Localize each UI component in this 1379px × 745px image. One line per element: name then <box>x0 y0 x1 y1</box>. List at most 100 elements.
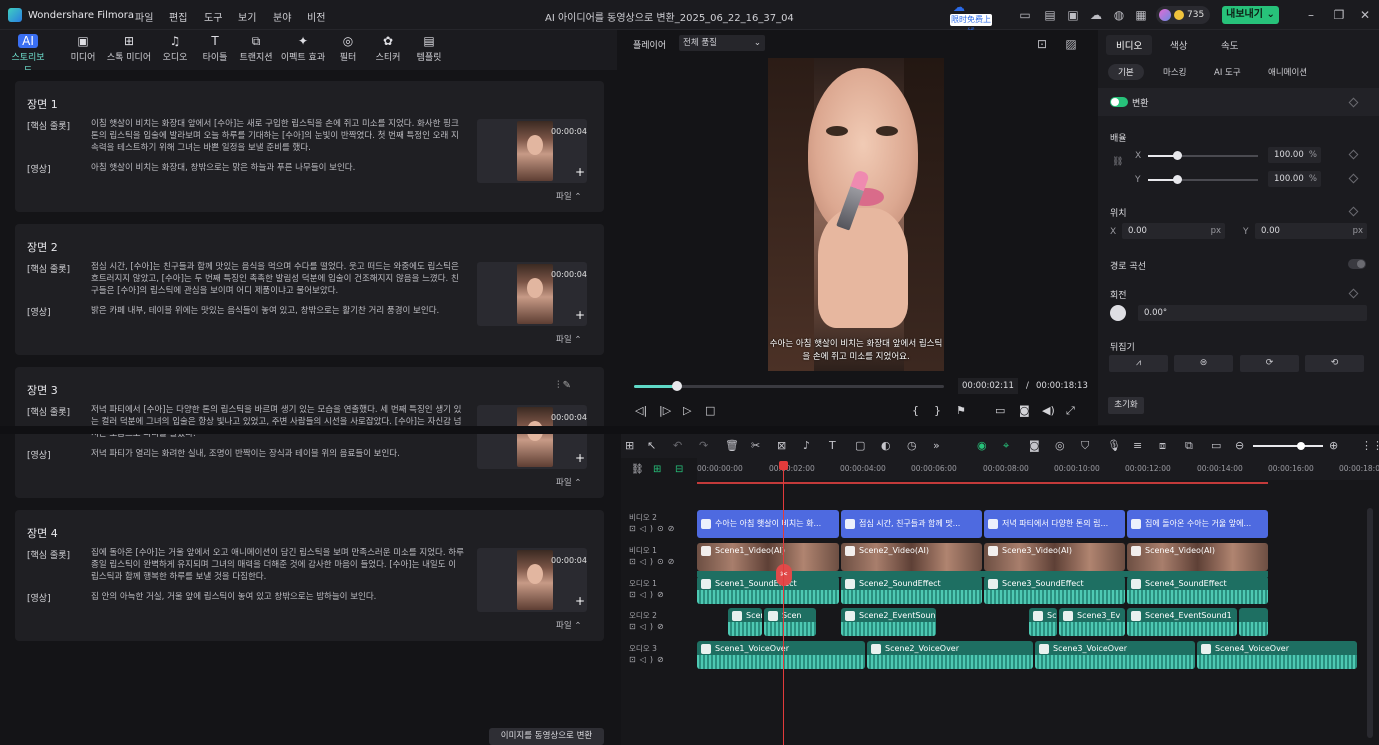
track-controls-icon[interactable]: ⊡◁)⊙⊘ <box>629 557 678 566</box>
keyframe-icon[interactable] <box>1348 149 1359 160</box>
video-text[interactable]: 저녁 파티가 열리는 화려한 실내, 조명이 반짝이는 장식과 테이블 위의 음… <box>91 448 465 460</box>
rotate-right-button[interactable]: ⟳ <box>1240 355 1299 372</box>
video-text[interactable]: 아침 햇살이 비치는 화장대, 창밖으로는 맑은 하늘과 푸른 나무들이 보인다… <box>91 162 465 174</box>
timeline-scrollbar[interactable] <box>1367 508 1373 738</box>
prev-frame-icon[interactable]: ◁| <box>635 404 647 417</box>
tab-media[interactable]: ▣ 미디어 <box>66 34 100 63</box>
add-icon[interactable]: + <box>575 594 585 608</box>
audio-clip[interactable]: Scene2_VoiceOver <box>867 641 1033 669</box>
more-icon[interactable]: » <box>933 439 940 452</box>
image-to-video-button[interactable]: 이미지를 동영상으로 변환 <box>489 728 604 745</box>
scissors-icon[interactable]: ✂ <box>776 564 792 586</box>
scene-thumbnail[interactable]: 00:00:04 + <box>477 119 587 183</box>
scene-card[interactable]: 장면 2 [핵심 줄롯] 점심 시간, [수아]는 친구들과 함께 맛있는 음식… <box>15 224 604 355</box>
ai-audio-icon[interactable]: ⧈ <box>1159 439 1166 453</box>
audio-clip[interactable]: Scene1_SoundEffect <box>697 576 839 604</box>
tab-effects[interactable]: ✦ 이펙트 효과 <box>278 34 328 63</box>
monitor-icon[interactable]: ▭ <box>1018 8 1032 22</box>
maximize-icon[interactable]: ❐ <box>1332 8 1346 22</box>
audio-edit-icon[interactable]: ♪ <box>803 439 810 452</box>
scene-thumbnail[interactable]: 00:00:04 + <box>477 262 587 326</box>
track-controls-icon[interactable]: ⊡◁)⊘ <box>629 622 668 631</box>
crop-icon[interactable]: ⊠ <box>777 439 786 452</box>
tab-transitions[interactable]: ⧉ 트랜지션 <box>236 34 276 63</box>
key-plot-text[interactable]: 집에 돌아온 [수아]는 거울 앞에서 오고 애니메이션이 담긴 립스틱을 보며… <box>91 547 465 583</box>
export-button[interactable]: 내보내기 ⌄ <box>1222 6 1279 24</box>
keyframe-icon[interactable] <box>1348 173 1359 184</box>
transform-toggle[interactable] <box>1110 97 1128 107</box>
waveform-icon[interactable]: ⫶ ✎ <box>557 380 571 391</box>
audio-clip[interactable]: Scene4_SoundEffect <box>1127 576 1268 604</box>
zoom-out-icon[interactable]: ⊖ <box>1235 439 1244 452</box>
progress-knob[interactable] <box>672 381 683 391</box>
subtitle-icon[interactable]: ▭ <box>1211 439 1221 452</box>
subtab-masking[interactable]: 마스킹 <box>1163 66 1186 78</box>
video-preview[interactable]: 수아는 아침 햇살이 비치는 화장대 앞에서 립스틱을 손에 쥐고 미소를 지었… <box>768 58 944 371</box>
redo-icon[interactable]: ↷ <box>699 439 708 452</box>
audio-clip[interactable] <box>1239 608 1268 636</box>
track-controls-icon[interactable]: ⊡◁)⊙⊘ <box>629 524 678 533</box>
position-x-input[interactable]: 0.00 px <box>1122 223 1225 239</box>
tab-video[interactable]: 비디오 <box>1106 35 1153 55</box>
upgrade-badge[interactable]: 限时免费上线 <box>950 14 992 36</box>
scene-card[interactable]: 장면 4 [핵심 줄롯] 집에 돌아온 [수아]는 거울 앞에서 오고 애니메이… <box>15 510 604 641</box>
add-icon[interactable]: + <box>575 451 585 465</box>
marker-icon[interactable]: ⚑ <box>956 404 966 417</box>
audio-clip[interactable]: Scene2_EventSound2 <box>841 608 936 636</box>
key-plot-text[interactable]: 저녁 파티에서 [수아]는 다양한 톤의 립스틱을 바르며 생기 있는 모습을 … <box>91 404 465 440</box>
camera-icon[interactable]: ◙ <box>1029 439 1040 452</box>
select-icon[interactable]: ↖ <box>647 439 656 452</box>
tab-color[interactable]: 색상 <box>1170 38 1187 52</box>
avatar[interactable] <box>1159 9 1171 21</box>
next-frame-icon[interactable]: |▷ <box>659 404 671 417</box>
playhead[interactable] <box>783 462 784 745</box>
scale-x-slider[interactable] <box>1148 151 1258 160</box>
scene-card[interactable]: 장면 1 [핵심 줄롯] 이침 햇살이 비치는 화장대 앞에서 [수아]는 새로… <box>15 81 604 212</box>
keyframe-icon[interactable] <box>1348 206 1359 217</box>
scale-y-input[interactable]: 100.00% <box>1268 171 1321 187</box>
menu-view[interactable]: 보기 <box>238 9 256 24</box>
mark-in-icon[interactable]: { <box>912 404 919 417</box>
menu-vision[interactable]: 비전 <box>307 9 325 24</box>
delete-icon[interactable]: 🗑 <box>725 439 739 452</box>
link-tracks-icon[interactable]: ⛓ <box>631 464 644 475</box>
add-icon[interactable]: + <box>575 308 585 322</box>
audio-clip[interactable]: Scene2_SoundEffect <box>841 576 982 604</box>
video-clip[interactable]: Scene2_Video(AI) <box>841 543 982 571</box>
zoom-in-icon[interactable]: ⊕ <box>1329 439 1338 452</box>
key-plot-text[interactable]: 이침 햇살이 비치는 화장대 앞에서 [수아]는 새로 구입한 립스틱을 손에 … <box>91 118 465 154</box>
file-toggle[interactable]: 파일 ⌃ <box>556 476 581 488</box>
list-icon[interactable]: ≡ <box>1133 439 1142 452</box>
motion-icon[interactable]: ◎ <box>1055 439 1065 452</box>
close-icon[interactable]: ✕ <box>1358 8 1372 22</box>
headset-icon[interactable]: ◍ <box>1112 8 1126 22</box>
rotate-left-button[interactable]: ⟲ <box>1305 355 1364 372</box>
mic-icon[interactable]: 🎙 <box>1107 439 1121 452</box>
slider-knob[interactable] <box>1173 151 1182 160</box>
minimize-icon[interactable]: – <box>1304 8 1318 22</box>
snapshot-icon[interactable]: ◙ <box>1019 404 1030 417</box>
snap-icon[interactable]: ⌖ <box>1003 439 1009 453</box>
tab-audio[interactable]: ♫ 오디오 <box>160 34 190 63</box>
tab-speed[interactable]: 속도 <box>1221 38 1238 52</box>
frame-icon[interactable]: ▢ <box>855 439 865 452</box>
playhead-handle[interactable] <box>779 461 788 470</box>
subtab-basic[interactable]: 기본 <box>1108 64 1144 80</box>
save-icon[interactable]: ▣ <box>1066 8 1080 22</box>
audio-clip[interactable]: Scen <box>764 608 816 636</box>
scene-thumbnail[interactable]: 00:00:04 + <box>477 405 587 469</box>
audio-clip[interactable]: Scene3_SoundEffect <box>984 576 1125 604</box>
undo-icon[interactable]: ↶ <box>673 439 682 452</box>
track-controls-icon[interactable]: ⊡◁)⊘ <box>629 590 668 599</box>
tab-templates[interactable]: ▤ 템플릿 <box>414 34 444 63</box>
file-toggle[interactable]: 파일 ⌃ <box>556 333 581 345</box>
cut-icon[interactable]: ✂ <box>751 439 760 452</box>
file-toggle[interactable]: 파일 ⌃ <box>556 619 581 631</box>
audio-clip[interactable]: Scen <box>728 608 762 636</box>
fullscreen-icon[interactable]: ⤢ <box>1066 404 1075 418</box>
reset-button[interactable]: 초기화 <box>1108 397 1144 414</box>
flip-vertical-button[interactable]: ⊜ <box>1174 355 1233 372</box>
zoom-knob[interactable] <box>1297 442 1305 450</box>
image-icon[interactable]: ▨ <box>1064 37 1078 51</box>
menu-tools[interactable]: 도구 <box>204 9 222 24</box>
